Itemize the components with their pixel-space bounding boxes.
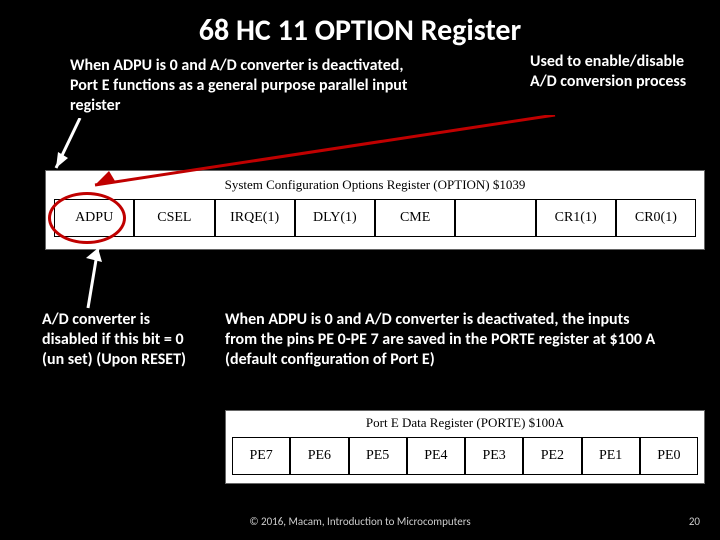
porte-bit: PE6 <box>290 437 348 475</box>
option-bit: CSEL <box>134 199 214 237</box>
porte-bit: PE7 <box>232 437 290 475</box>
option-bit: CR0(1) <box>616 199 696 237</box>
porte-register-bits: PE7 PE6 PE5 PE4 PE3 PE2 PE1 PE0 <box>232 437 698 475</box>
porte-bit: PE5 <box>349 437 407 475</box>
porte-bit: PE2 <box>523 437 581 475</box>
note-adpu-purpose: Used to enable/disable A/D conversion pr… <box>530 52 705 92</box>
footer-copyright: © 2016, Macam, Introduction to Microcomp… <box>0 515 720 528</box>
porte-bit: PE4 <box>407 437 465 475</box>
note-reset-state: A/D converter is disabled if this bit = … <box>42 310 197 370</box>
porte-bit: PE3 <box>465 437 523 475</box>
slide-title: 68 HC 11 OPTION Register <box>0 0 720 49</box>
option-register-bits: ADPU CSEL IRQE(1) DLY(1) CME CR1(1) CR0(… <box>54 199 696 237</box>
note-port-e-function: When ADPU is 0 and A/D converter is deac… <box>70 56 420 116</box>
highlight-circle <box>48 192 126 244</box>
porte-bit: PE0 <box>640 437 698 475</box>
arrow-white-icon <box>58 240 118 310</box>
option-bit <box>455 199 535 237</box>
option-bit: IRQE(1) <box>215 199 295 237</box>
porte-bit: PE1 <box>582 437 640 475</box>
option-bit: CME <box>375 199 455 237</box>
note-porte-register: When ADPU is 0 and A/D converter is deac… <box>225 310 665 370</box>
option-bit: CR1(1) <box>536 199 616 237</box>
page-number: 20 <box>689 515 700 528</box>
option-bit: DLY(1) <box>295 199 375 237</box>
arrow-red-icon <box>85 115 565 195</box>
arrow-white-icon <box>50 118 110 178</box>
porte-register-diagram: Port E Data Register (PORTE) $100A PE7 P… <box>225 410 705 484</box>
porte-register-caption: Port E Data Register (PORTE) $100A <box>232 415 698 431</box>
